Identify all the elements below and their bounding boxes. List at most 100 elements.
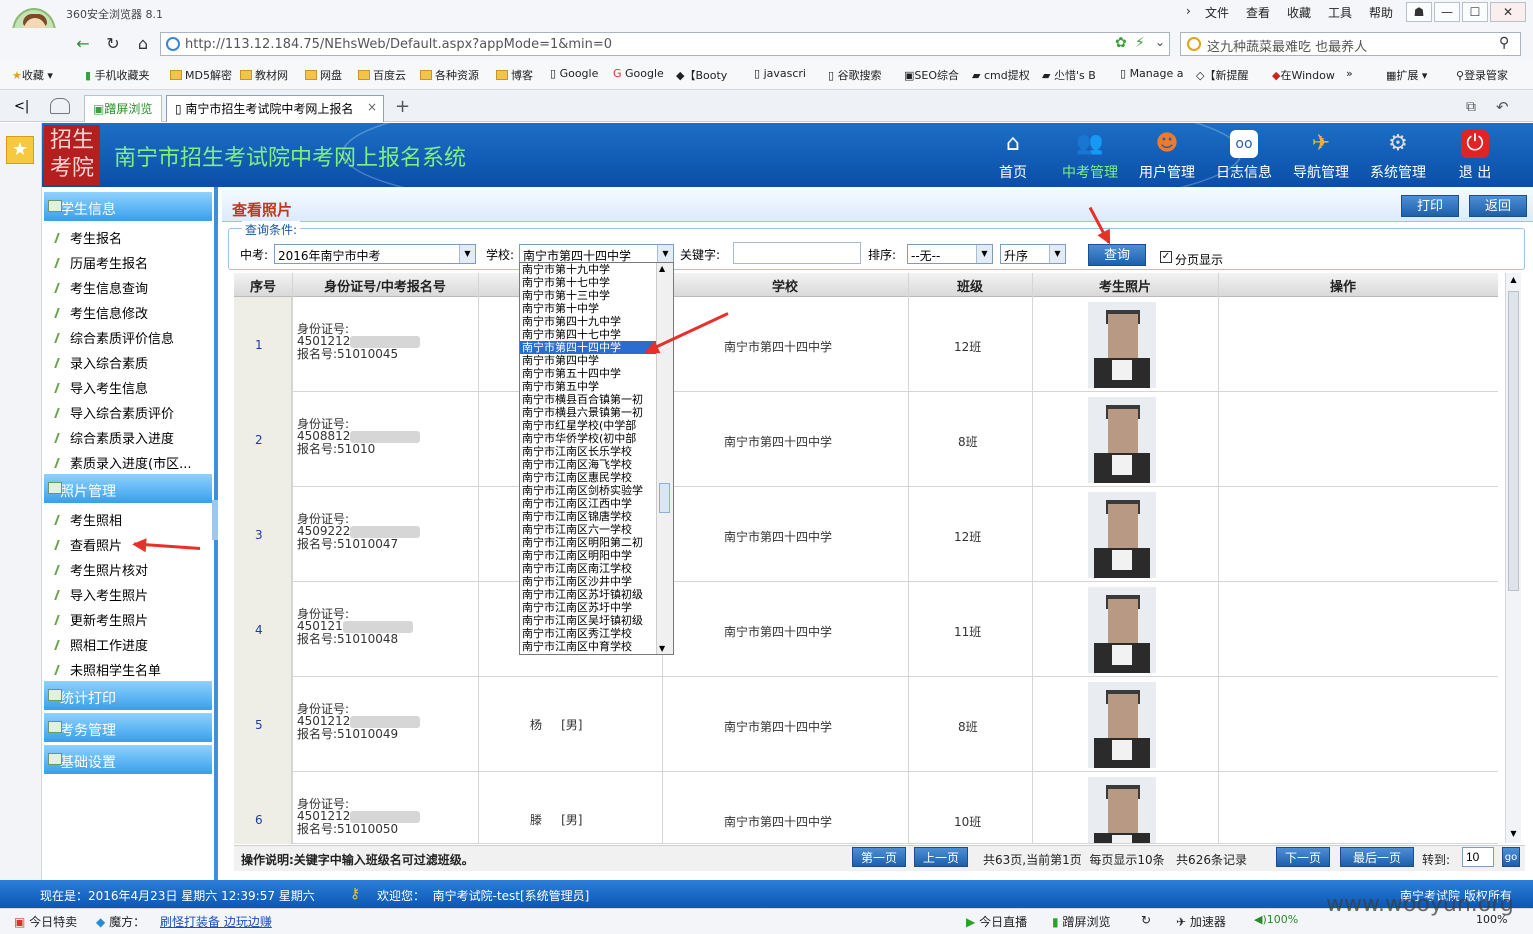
bookmark-item[interactable]: ▯ 谷歌搜索 (828, 67, 882, 83)
school-option[interactable]: 南宁市江南区沙井中学 (520, 575, 673, 588)
sidebar-item-update-photo[interactable]: 更新考生照片 (54, 610, 148, 629)
school-option[interactable]: 南宁市横县百合镇第一初 (520, 393, 673, 406)
menu-file[interactable]: 文件 (1205, 4, 1229, 21)
sidebar-item-no-photo-list[interactable]: 未照相学生名单 (54, 660, 161, 679)
sidebar-toggle-icon[interactable]: <| (14, 99, 29, 114)
sidebar-section-student-info[interactable]: 学生信息 (44, 192, 212, 222)
live-link[interactable]: ▶ 今日直播 (966, 913, 1027, 930)
sidebar-section-statistics[interactable]: 统计打印 (44, 681, 212, 711)
sidebar-section-basic-settings[interactable]: 基础设置 (44, 745, 212, 775)
nav-logout[interactable]: ⏻ 退 出 (1440, 128, 1510, 182)
close-window-button[interactable]: ✕ (1490, 2, 1526, 22)
table-scrollbar[interactable]: ▲ ▼ (1505, 273, 1521, 843)
nav-log-info[interactable]: oo 日志信息 (1209, 128, 1279, 182)
school-option[interactable]: 南宁市江南区苏圩中学 (520, 601, 673, 614)
nav-home[interactable]: ⌂ 首页 (978, 128, 1048, 182)
address-dropdown-icon[interactable]: ⌄ (1155, 35, 1165, 49)
student-photo[interactable] (1088, 587, 1156, 673)
table-row[interactable] (234, 487, 1498, 582)
school-option[interactable]: 南宁市江南区锦唐学校 (520, 510, 673, 523)
next-page-button[interactable]: 下一页 (1276, 847, 1330, 867)
undo-close-icon[interactable]: ↶ (1496, 98, 1509, 116)
bookmark-item[interactable]: 教材网 (240, 67, 288, 83)
nav-system-management[interactable]: ⚙ 系统管理 (1363, 128, 1433, 182)
tab-active-page[interactable]: ▯ 南宁市招生考试院中考网上报名 × (166, 95, 384, 122)
scroll-down-icon[interactable]: ▼ (1508, 829, 1519, 841)
table-row[interactable] (234, 582, 1498, 677)
sidebar-item-quality-eval-info[interactable]: 综合素质评价信息 (54, 328, 174, 347)
nav-exam-management[interactable]: 👥 中考管理 (1055, 128, 1125, 182)
sidebar-item-past-registration[interactable]: 历届考生报名 (54, 253, 148, 272)
bookmark-item[interactable]: 百度云 (358, 67, 406, 83)
table-row[interactable] (234, 392, 1498, 487)
school-option[interactable]: 南宁市江南区江西中学 (520, 497, 673, 510)
scroll-thumb[interactable] (1508, 291, 1519, 591)
school-option[interactable]: 南宁市江南区明阳第二初 (520, 536, 673, 549)
back-arrow-icon[interactable]: ← (72, 34, 94, 54)
bookmark-item[interactable]: ◆【Booty (676, 67, 727, 83)
sidebar-section-photo-management[interactable]: 照片管理 (44, 474, 212, 504)
bookmark-item[interactable]: ▯ Google (550, 67, 598, 80)
sidebar-item-quality-progress-city[interactable]: 素质录入进度(市区... (54, 453, 191, 472)
school-select[interactable]: 南宁市第四十四中学 ▼ (519, 244, 674, 264)
school-option[interactable]: 南宁市第十七中学 (520, 276, 673, 289)
scroll-up-icon[interactable]: ▲ (1508, 275, 1519, 287)
sidebar-collapse-handle[interactable] (212, 500, 218, 540)
minimize-button[interactable]: — (1434, 2, 1460, 22)
school-option[interactable]: 南宁市江南区惠民学校 (520, 471, 673, 484)
cloud-icon[interactable] (50, 98, 70, 114)
bookmark-item[interactable]: ◆在Window (1272, 67, 1335, 83)
search-icon[interactable]: ⚲ (1499, 35, 1509, 51)
nav-user-management[interactable]: ☻ 用户管理 (1132, 128, 1202, 182)
scroll-down-icon[interactable]: ▼ (659, 644, 665, 653)
student-photo[interactable] (1088, 682, 1156, 768)
school-option[interactable]: 南宁市红星学校(中学部 (520, 419, 673, 432)
school-option[interactable]: 南宁市江南区明阳中学 (520, 549, 673, 562)
menu-favorites[interactable]: 收藏 (1287, 4, 1311, 21)
bookmark-item[interactable]: ◇【新提醒 (1196, 67, 1248, 83)
school-dropdown-list[interactable]: 南宁市第十九中学 南宁市第十七中学 南宁市第十三中学 南宁市第十中学 南宁市第四… (519, 262, 674, 655)
new-tab-icon[interactable]: + (395, 96, 410, 117)
student-photo[interactable] (1088, 302, 1156, 388)
prev-page-button[interactable]: 上一页 (914, 847, 968, 867)
back-button[interactable]: 返回 (1469, 195, 1527, 217)
order-select[interactable]: 升序 ▼ (1000, 244, 1066, 264)
search-engine-icon[interactable] (1187, 37, 1201, 51)
sidebar-item-quality-progress[interactable]: 综合素质录入进度 (54, 428, 174, 447)
table-row[interactable] (234, 677, 1498, 772)
school-option[interactable]: 南宁市江南区剑桥实验学 (520, 484, 673, 497)
school-option[interactable]: 南宁市第五十四中学 (520, 367, 673, 380)
student-photo[interactable] (1088, 777, 1156, 843)
school-option[interactable]: 南宁市横县六景镇第一初 (520, 406, 673, 419)
daily-deals-link[interactable]: ▣ 今日特卖 (14, 913, 77, 930)
last-page-button[interactable]: 最后一页 (1340, 847, 1414, 867)
sidebar-item-student-edit[interactable]: 考生信息修改 (54, 303, 148, 322)
refresh-status-icon[interactable]: ↻ (1141, 913, 1151, 927)
query-button[interactable]: 查询 (1088, 244, 1146, 266)
scroll-thumb[interactable] (659, 483, 670, 513)
bookmark-item[interactable]: G Google (613, 67, 664, 80)
keyword-input[interactable] (733, 242, 861, 264)
school-option[interactable]: 南宁市江南区南江学校 (520, 562, 673, 575)
sidebar-item-take-photo[interactable]: 考生照相 (54, 510, 122, 529)
school-option[interactable]: 南宁市江南区吴圩镇初级 (520, 614, 673, 627)
bookmark-item[interactable]: 网盘 (305, 67, 342, 83)
school-option[interactable]: 南宁市第五中学 (520, 380, 673, 393)
accelerator-link[interactable]: ✈ 加速器 (1176, 913, 1226, 930)
menu-tools[interactable]: 工具 (1328, 4, 1352, 21)
sidebar-item-photo-progress[interactable]: 照相工作进度 (54, 635, 148, 654)
favorite-star-icon[interactable]: ★ (6, 136, 34, 164)
bookmark-favorites[interactable]: ★收藏 ▾ (12, 67, 53, 83)
game-ad-link[interactable]: 刷怪打装备 边玩边赚 (160, 913, 272, 930)
school-option[interactable]: 南宁市江南区海飞学校 (520, 458, 673, 471)
nav-navigation-management[interactable]: ✈ 导航管理 (1286, 128, 1356, 182)
table-row[interactable] (234, 772, 1498, 844)
school-option[interactable]: 南宁市第十中学 (520, 302, 673, 315)
table-row[interactable] (234, 297, 1498, 392)
sidebar-item-import-photo[interactable]: 导入考生照片 (54, 585, 148, 604)
bookmark-item[interactable]: ▰ 尐惜's B (1042, 67, 1096, 83)
maximize-button[interactable]: ☐ (1462, 2, 1488, 22)
school-option[interactable]: 南宁市江南区苏圩镇初级 (520, 588, 673, 601)
sidebar-item-enter-quality[interactable]: 录入综合素质 (54, 353, 148, 372)
bookmark-item[interactable]: 博客 (496, 67, 533, 83)
